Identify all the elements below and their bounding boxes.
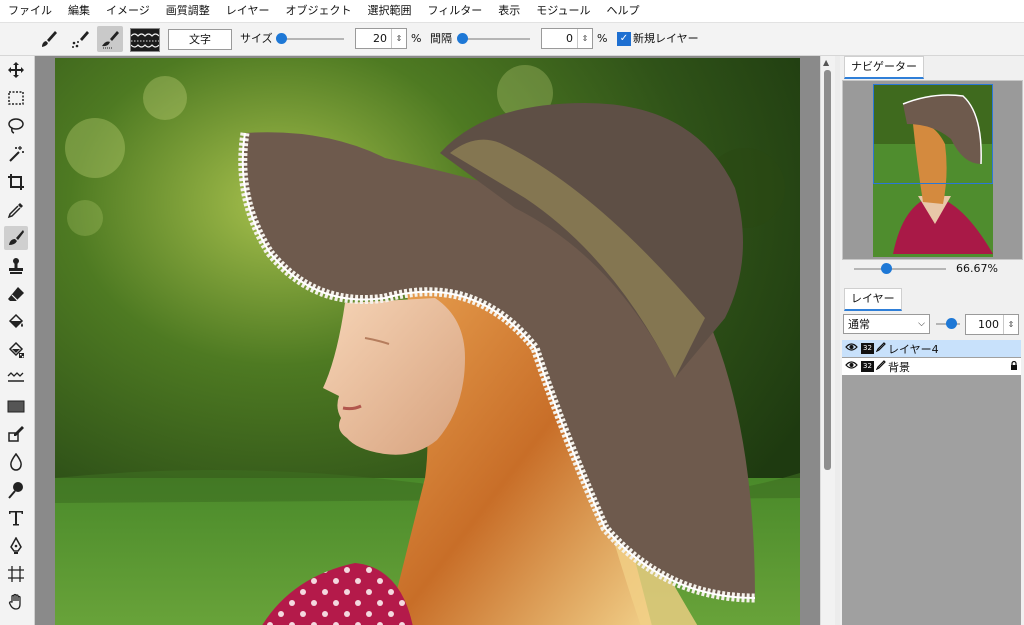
menu-module[interactable]: モジュール xyxy=(528,0,598,22)
move-icon[interactable] xyxy=(4,58,28,82)
spacing-slider-thumb[interactable] xyxy=(457,33,468,44)
brush-icon[interactable] xyxy=(4,226,28,250)
menu-filter[interactable]: フィルター xyxy=(419,0,490,22)
opacity-spinner[interactable]: ⇕ xyxy=(1003,315,1018,334)
text-button[interactable]: 文字 xyxy=(168,29,232,50)
pencil-icon xyxy=(875,360,886,373)
menu-file[interactable]: ファイル xyxy=(0,0,60,22)
blend-mode-select[interactable]: 通常 ⌵ xyxy=(843,314,930,334)
pen-icon[interactable] xyxy=(4,534,28,558)
wave-icon[interactable] xyxy=(4,366,28,390)
spacing-label: 間隔 xyxy=(430,32,452,45)
menu-object[interactable]: オブジェクト xyxy=(277,0,359,22)
eyedropper-icon[interactable] xyxy=(4,198,28,222)
size-spinner[interactable]: ⇕ xyxy=(391,29,406,48)
canvas-image xyxy=(55,58,800,625)
crop-icon[interactable] xyxy=(4,170,28,194)
size-input[interactable]: 20 ⇕ xyxy=(355,28,407,49)
canvas-area[interactable] xyxy=(35,56,820,625)
tab-navigator[interactable]: ナビゲーター xyxy=(844,56,924,79)
bit-depth-badge: 32 xyxy=(861,361,874,372)
menu-edit[interactable]: 編集 xyxy=(60,0,98,22)
menu-layer[interactable]: レイヤー xyxy=(218,0,278,22)
spacing-slider[interactable] xyxy=(462,38,530,40)
right-panel: ナビゲーター 66.67% レイヤー 通常 ⌵ 100 ⇕ 32 レイヤー4 3… xyxy=(840,56,1024,625)
grid-transform-icon[interactable] xyxy=(4,562,28,586)
rectangle-shape-icon[interactable] xyxy=(4,394,28,418)
lace-brush-icon[interactable] xyxy=(97,26,123,52)
size-unit: % xyxy=(411,32,422,45)
menu-bar: ファイル 編集 イメージ 画質調整 レイヤー オブジェクト 選択範囲 フィルター… xyxy=(0,0,1024,23)
spacing-unit: % xyxy=(597,32,608,45)
zoom-slider[interactable] xyxy=(854,268,946,270)
spacing-input[interactable]: 0 ⇕ xyxy=(541,28,593,49)
zoom-label: 66.67% xyxy=(956,262,998,275)
lock-icon xyxy=(1010,360,1018,373)
edit-shape-icon[interactable] xyxy=(4,422,28,446)
menu-help[interactable]: ヘルプ xyxy=(598,0,647,22)
menu-view[interactable]: 表示 xyxy=(490,0,528,22)
pencil-icon xyxy=(875,342,886,355)
menu-image[interactable]: イメージ xyxy=(98,0,158,22)
eraser-icon[interactable] xyxy=(4,282,28,306)
scroll-up-icon[interactable]: ▲ xyxy=(823,58,829,67)
layer-row[interactable]: 32 背景 xyxy=(842,358,1021,375)
brush-option-icon[interactable] xyxy=(36,26,62,52)
zoom-slider-thumb[interactable] xyxy=(881,263,893,274)
rect-select-icon[interactable] xyxy=(4,86,28,110)
eye-icon[interactable] xyxy=(845,342,858,355)
fill-pattern-icon[interactable] xyxy=(4,338,28,362)
tab-layers[interactable]: レイヤー xyxy=(844,288,902,311)
drop-icon[interactable] xyxy=(4,450,28,474)
layer-name: レイヤー4 xyxy=(888,342,939,356)
new-layer-checkbox[interactable]: ✓ xyxy=(617,32,631,46)
lasso-icon[interactable] xyxy=(4,114,28,138)
layer-name: 背景 xyxy=(888,360,910,374)
menu-selection[interactable]: 選択範囲 xyxy=(359,0,419,22)
chevron-down-icon: ⌵ xyxy=(918,319,925,329)
bit-depth-badge: 32 xyxy=(861,343,874,354)
text-icon[interactable] xyxy=(4,506,28,530)
scatter-brush-icon[interactable] xyxy=(67,26,93,52)
layer-row[interactable]: 32 レイヤー4 xyxy=(842,340,1021,357)
fill-icon[interactable] xyxy=(4,310,28,334)
new-layer-label: 新規レイヤー xyxy=(633,32,699,45)
scrollbar-thumb[interactable] xyxy=(824,70,831,470)
opacity-slider-thumb[interactable] xyxy=(946,318,957,329)
hand-icon[interactable] xyxy=(4,590,28,614)
navigator-view-rect[interactable] xyxy=(873,84,993,184)
vertical-scrollbar[interactable]: ▲ xyxy=(820,56,835,625)
size-label: サイズ xyxy=(240,32,273,45)
layers-list: 32 レイヤー4 32 背景 xyxy=(842,340,1021,625)
opacity-input[interactable]: 100 ⇕ xyxy=(965,314,1019,335)
magic-wand-icon[interactable] xyxy=(4,142,28,166)
tool-palette xyxy=(0,56,35,625)
lace-pattern-swatch[interactable] xyxy=(130,28,160,52)
navigator-preview[interactable] xyxy=(842,80,1023,260)
stamp-icon[interactable] xyxy=(4,254,28,278)
smudge-icon[interactable] xyxy=(4,478,28,502)
size-slider[interactable] xyxy=(278,38,344,40)
eye-icon[interactable] xyxy=(845,360,858,373)
menu-adjust[interactable]: 画質調整 xyxy=(158,0,218,22)
spacing-spinner[interactable]: ⇕ xyxy=(577,29,592,48)
